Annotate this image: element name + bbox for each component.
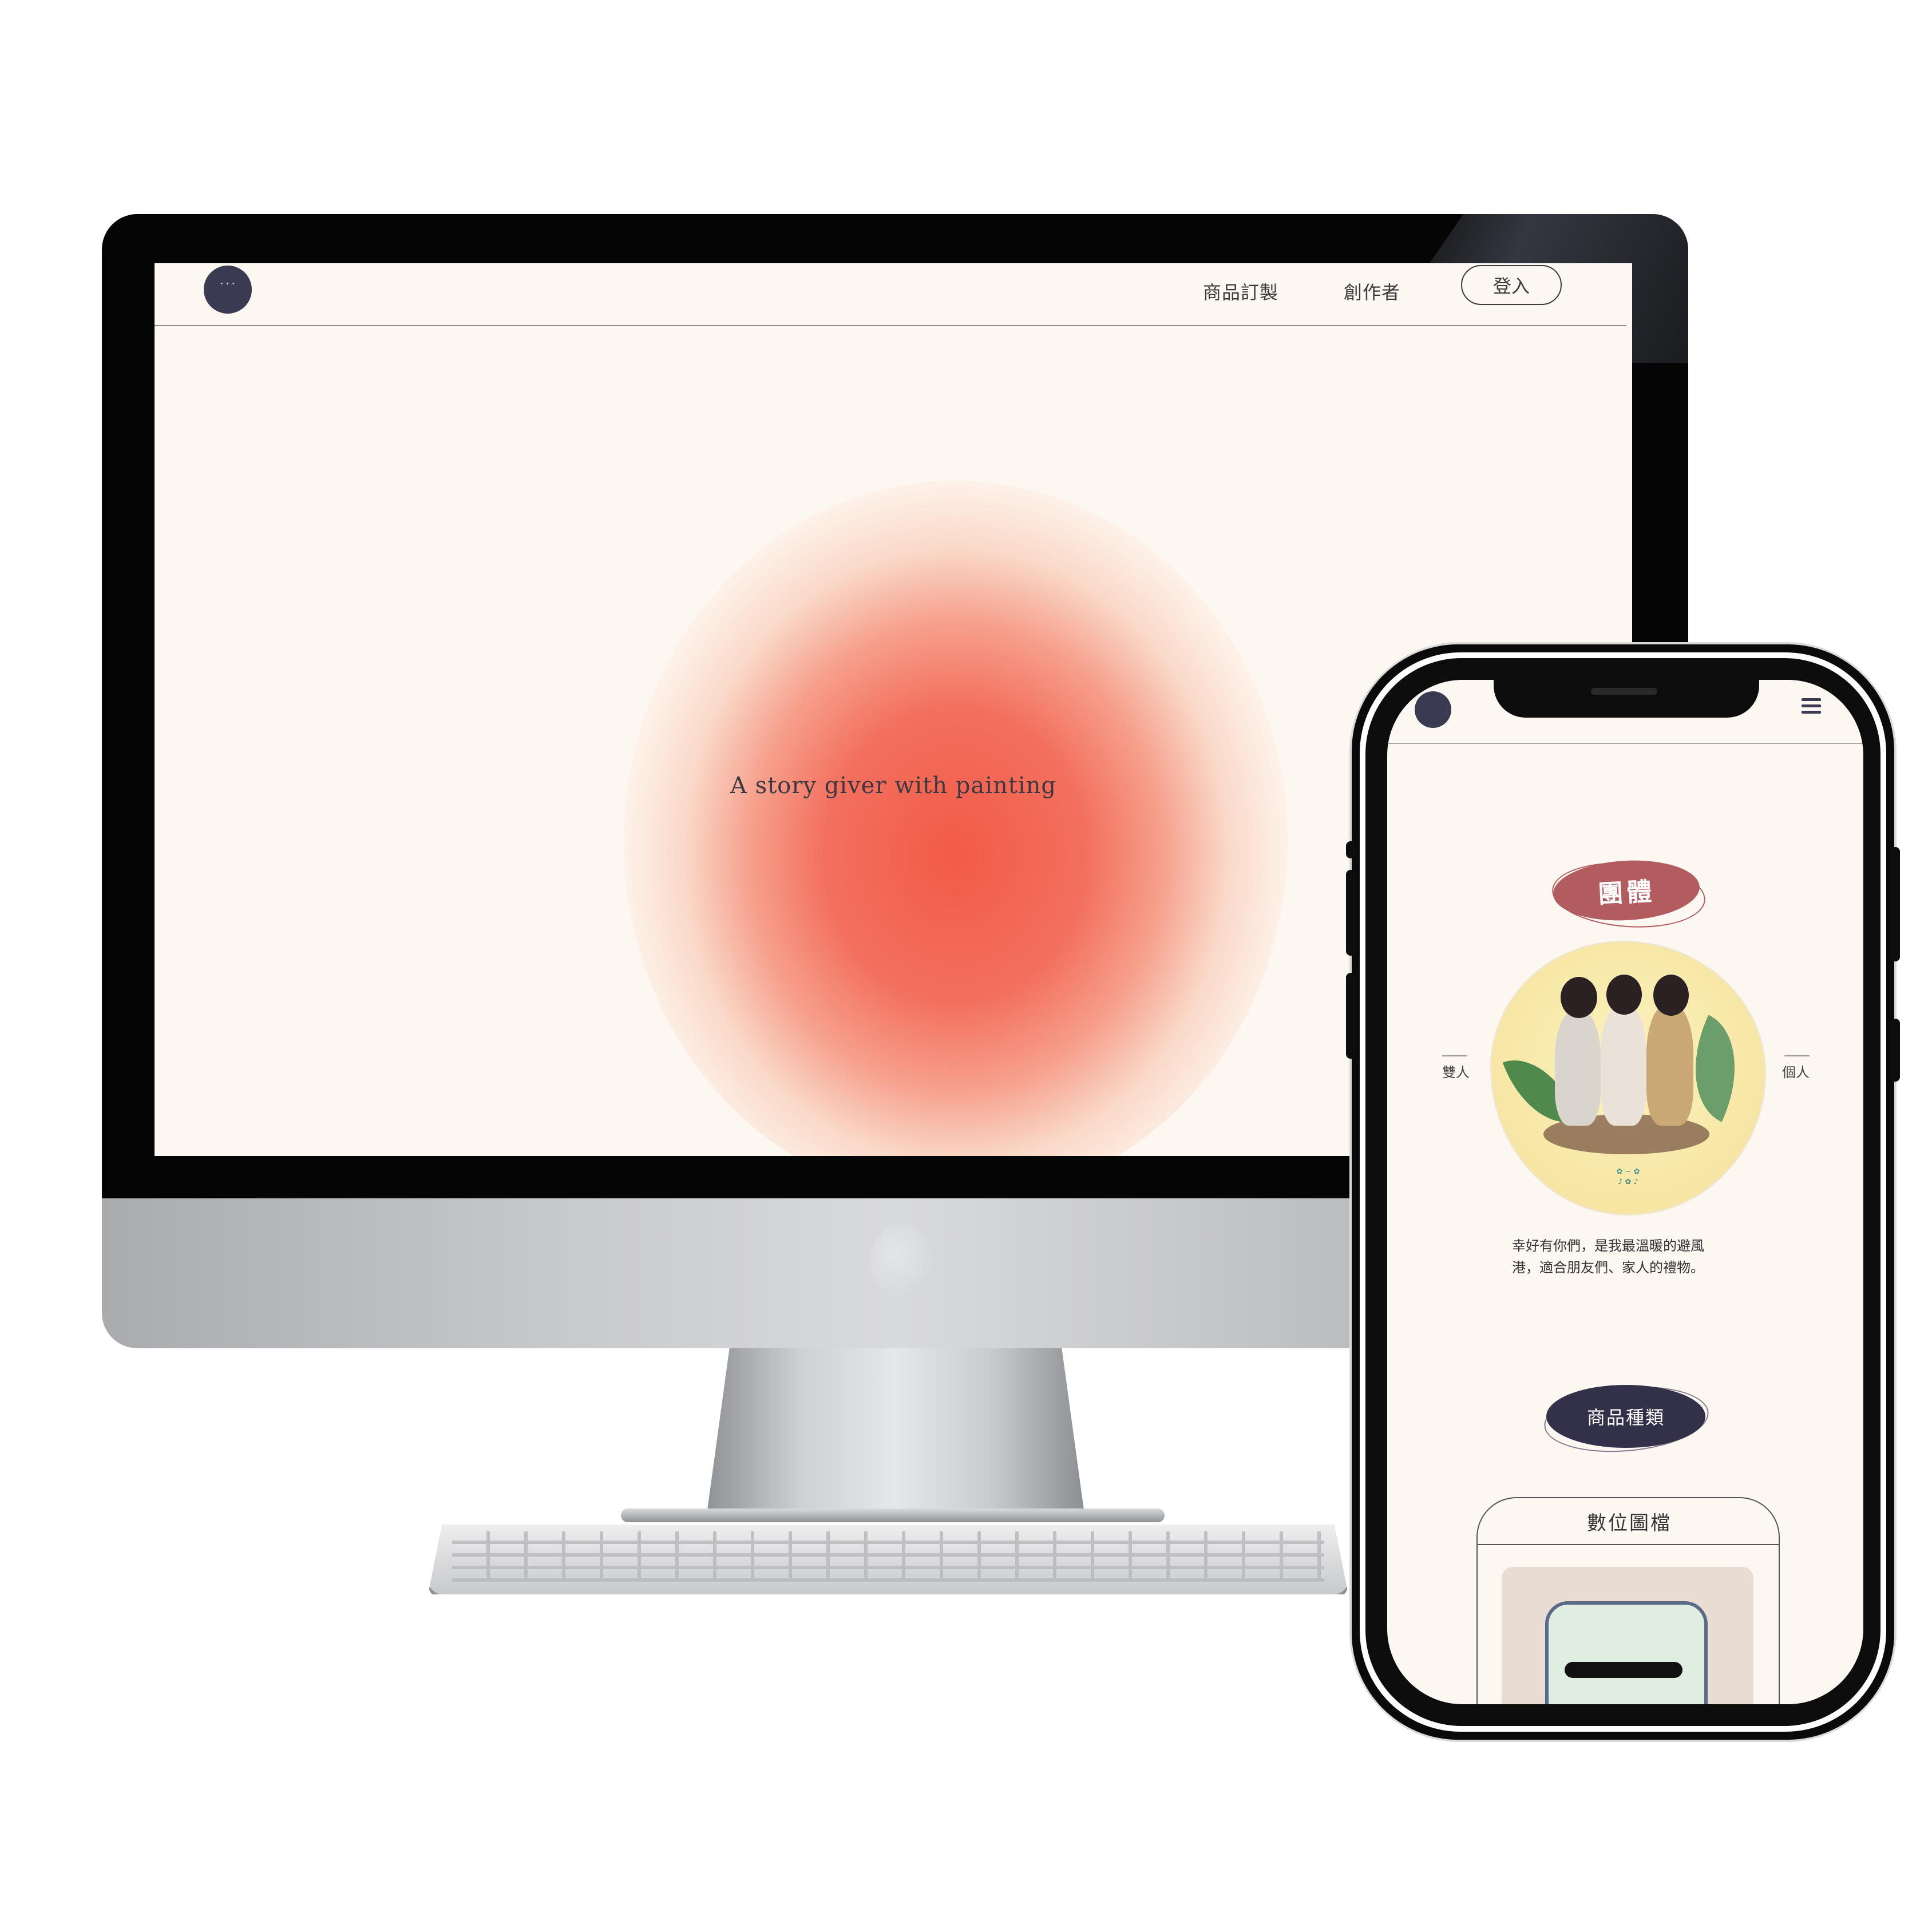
- apple-logo-icon: [870, 1225, 933, 1299]
- mockup-phone-icon: [1545, 1601, 1708, 1704]
- power-button: [1890, 847, 1900, 961]
- prev-category-label: 雙人: [1442, 1064, 1470, 1080]
- prev-category-link[interactable]: 雙人: [1442, 1055, 1470, 1081]
- figure-2-head: [1606, 975, 1642, 1015]
- nav-item-custom-products[interactable]: 商品訂製: [1203, 278, 1278, 304]
- brand-logo[interactable]: ✦ ✦ ✦: [204, 266, 252, 314]
- arrow-right-icon: [1784, 1055, 1810, 1056]
- group-illustration: ✿ ~ ✿ ♪ ✿ ♪: [1490, 941, 1766, 1216]
- home-indicator: [1565, 1662, 1682, 1678]
- description-line-1: 幸好有你們，是我最溫暖的避風: [1512, 1238, 1704, 1254]
- figure-1: [1555, 1011, 1601, 1126]
- hero-gradient-orb: [624, 481, 1288, 1156]
- mobile-screen: 團體 雙人 個人 ✿ ~ ✿ ♪ ✿ ♪ 幸好有你們，是我最溫暖的避風 港，適合朋…: [1387, 680, 1863, 1704]
- figure-1-head: [1561, 977, 1597, 1018]
- side-button: [1890, 1019, 1900, 1082]
- mute-switch: [1346, 841, 1356, 858]
- nav-item-creators[interactable]: 創作者: [1344, 278, 1400, 304]
- illustration-signature: ✿ ~ ✿ ♪ ✿ ♪: [1616, 1167, 1640, 1186]
- volume-up-button: [1346, 870, 1356, 956]
- phone-notch: [1494, 680, 1759, 718]
- mobile-header-divider: [1387, 743, 1863, 744]
- login-button[interactable]: 登入: [1461, 265, 1562, 305]
- mobile-brand-logo[interactable]: [1415, 691, 1451, 728]
- phone-speaker: [1591, 688, 1657, 695]
- category-description: 幸好有你們，是我最溫暖的避風 港，適合朋友們、家人的禮物。: [1512, 1235, 1752, 1278]
- imac-stand: [707, 1348, 1084, 1514]
- arrow-left-icon: [1442, 1055, 1467, 1056]
- volume-down-button: [1346, 973, 1356, 1059]
- product-types-badge: 商品種類: [1546, 1385, 1705, 1448]
- description-line-2: 港，適合朋友們、家人的禮物。: [1512, 1260, 1704, 1276]
- next-category-link[interactable]: 個人: [1782, 1055, 1810, 1081]
- card-title: 數位圖檔: [1587, 1512, 1672, 1535]
- hamburger-menu-icon[interactable]: [1802, 698, 1821, 714]
- keyboard-keys: [452, 1531, 1324, 1582]
- figure-2: [1601, 1005, 1646, 1126]
- imac-stand-foot: [621, 1509, 1165, 1522]
- figure-3-head: [1653, 975, 1689, 1016]
- card-preview-image: [1502, 1567, 1753, 1704]
- card-divider: [1478, 1544, 1779, 1545]
- logo-mark-icon: ✦ ✦ ✦: [220, 282, 236, 286]
- next-category-label: 個人: [1782, 1064, 1810, 1080]
- desktop-header: ✦ ✦ ✦ 商品訂製 創作者 登入: [155, 263, 1626, 326]
- figure-3: [1646, 1005, 1693, 1126]
